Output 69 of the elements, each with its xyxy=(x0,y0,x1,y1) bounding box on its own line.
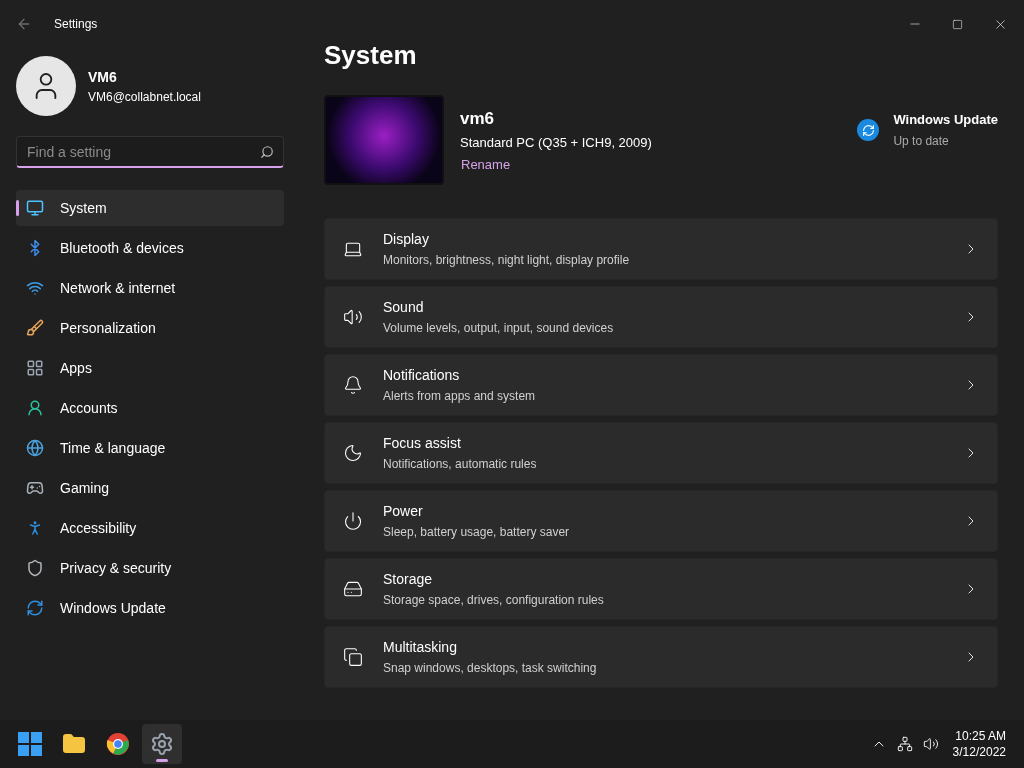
nav-item[interactable]: System xyxy=(16,190,284,226)
update-title[interactable]: Windows Update xyxy=(893,109,998,130)
power-icon xyxy=(343,511,363,531)
user-email: VM6@collabnet.local xyxy=(88,88,201,106)
gamepad-icon xyxy=(26,479,44,497)
nav-item[interactable]: Time & language xyxy=(16,430,284,466)
nav-item[interactable]: Windows Update xyxy=(16,590,284,626)
setting-description: Snap windows, desktops, task switching xyxy=(383,660,598,677)
network-icon[interactable] xyxy=(896,736,913,752)
settings-card[interactable]: Storage Storage space, drives, configuration rules xyxy=(324,558,998,620)
setting-title: Power xyxy=(383,502,424,521)
windows-logo-icon xyxy=(18,732,42,756)
settings-card[interactable]: Display Monitors, brightness, night light, display profile xyxy=(324,218,998,280)
settings-card[interactable]: Focus assist Notifications, automatic rules xyxy=(324,422,998,484)
search-icon xyxy=(260,145,274,159)
setting-description: Notifications, automatic rules xyxy=(383,456,538,473)
moon-icon xyxy=(343,443,363,463)
sync-icon xyxy=(26,599,44,617)
search-field[interactable]: Find a setting xyxy=(16,136,284,168)
setting-title: Notifications xyxy=(383,366,461,385)
settings-card[interactable]: Sound Volume levels, output, input, sound devices xyxy=(324,286,998,348)
setting-description: Monitors, brightness, night light, display profile xyxy=(383,252,631,269)
update-status: Up to date xyxy=(893,133,950,151)
setting-title: Sound xyxy=(383,298,425,317)
nav-item[interactable]: Privacy & security xyxy=(16,550,284,586)
nav-item[interactable]: Bluetooth & devices xyxy=(16,230,284,266)
gear-icon xyxy=(150,732,174,756)
brush-icon xyxy=(26,319,44,337)
person-icon xyxy=(26,399,44,417)
nav-item[interactable]: Gaming xyxy=(16,470,284,506)
monitor-icon xyxy=(26,199,44,217)
nav-item[interactable]: Apps xyxy=(16,350,284,386)
setting-description: Sleep, battery usage, battery saver xyxy=(383,524,571,541)
browser-icon xyxy=(106,732,130,756)
user-name: VM6 xyxy=(88,67,118,87)
apps-icon xyxy=(26,359,44,377)
back-icon[interactable] xyxy=(16,16,32,32)
rename-link[interactable]: Rename xyxy=(461,154,652,175)
setting-description: Storage space, drives, configuration rules xyxy=(383,592,605,609)
avatar xyxy=(16,56,76,116)
window-title: Settings xyxy=(54,16,98,33)
wifi-icon xyxy=(26,279,44,297)
nav-item[interactable]: Accounts xyxy=(16,390,284,426)
setting-description: Alerts from apps and system xyxy=(383,388,537,405)
clock-date[interactable]: 3/12/2022 xyxy=(952,744,1006,760)
sync-icon xyxy=(857,119,880,141)
setting-description: Volume levels, output, input, sound devices xyxy=(383,320,615,337)
maximize-icon[interactable] xyxy=(952,18,963,30)
speaker-icon[interactable] xyxy=(922,736,939,752)
setting-title: Storage xyxy=(383,570,434,589)
nav-item[interactable]: Personalization xyxy=(16,310,284,346)
shield-icon xyxy=(26,559,44,577)
setting-title: Display xyxy=(383,230,430,249)
device-model: Standard PC (Q35 + ICH9, 2009) xyxy=(460,134,652,153)
speaker-icon xyxy=(343,307,363,327)
clock-time[interactable]: 10:25 AM xyxy=(955,728,1006,744)
setting-title: Focus assist xyxy=(383,434,462,453)
drive-icon xyxy=(343,579,363,599)
folder-icon xyxy=(62,732,86,756)
setting-title: Multitasking xyxy=(383,638,458,657)
page-title: System xyxy=(324,39,418,72)
settings-card[interactable]: Notifications Alerts from apps and system xyxy=(324,354,998,416)
taskbar-app[interactable] xyxy=(142,724,182,764)
nav-item[interactable]: Accessibility xyxy=(16,510,284,546)
settings-card[interactable]: Multitasking Snap windows, desktops, task switching xyxy=(324,626,998,688)
nav-item[interactable]: Network & internet xyxy=(16,270,284,306)
settings-card[interactable]: Power Sleep, battery usage, battery saver xyxy=(324,490,998,552)
device-name: vm6 xyxy=(460,107,496,130)
bell-icon xyxy=(343,375,363,395)
